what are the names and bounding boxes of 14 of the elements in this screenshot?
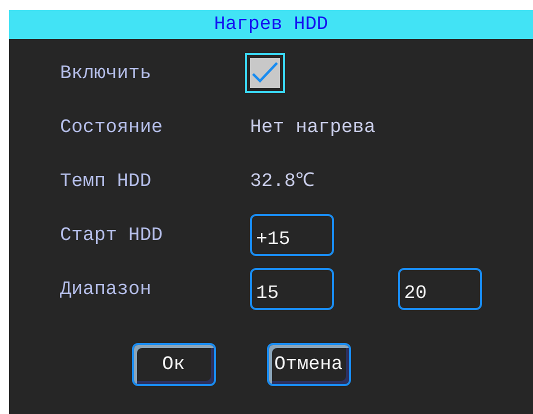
input-field[interactable]: +15 xyxy=(250,214,334,256)
field-label: Темп HDD xyxy=(60,168,152,194)
input-field[interactable]: 15 xyxy=(250,268,334,310)
field-label: Включить xyxy=(60,60,152,86)
dialog-button[interactable]: Отмена xyxy=(266,343,350,386)
checkbox[interactable] xyxy=(245,53,285,93)
status-value: Нет нагрева xyxy=(250,114,376,140)
window-title: Нагрев HDD xyxy=(9,10,533,39)
field-label: Состояние xyxy=(60,114,164,140)
status-value: 32.8℃ xyxy=(250,168,315,194)
input-field[interactable]: 20 xyxy=(398,268,482,310)
field-label: Старт HDD xyxy=(60,222,164,248)
field-label: Диапазон xyxy=(60,276,152,302)
dialog-button[interactable]: Ок xyxy=(132,343,216,386)
